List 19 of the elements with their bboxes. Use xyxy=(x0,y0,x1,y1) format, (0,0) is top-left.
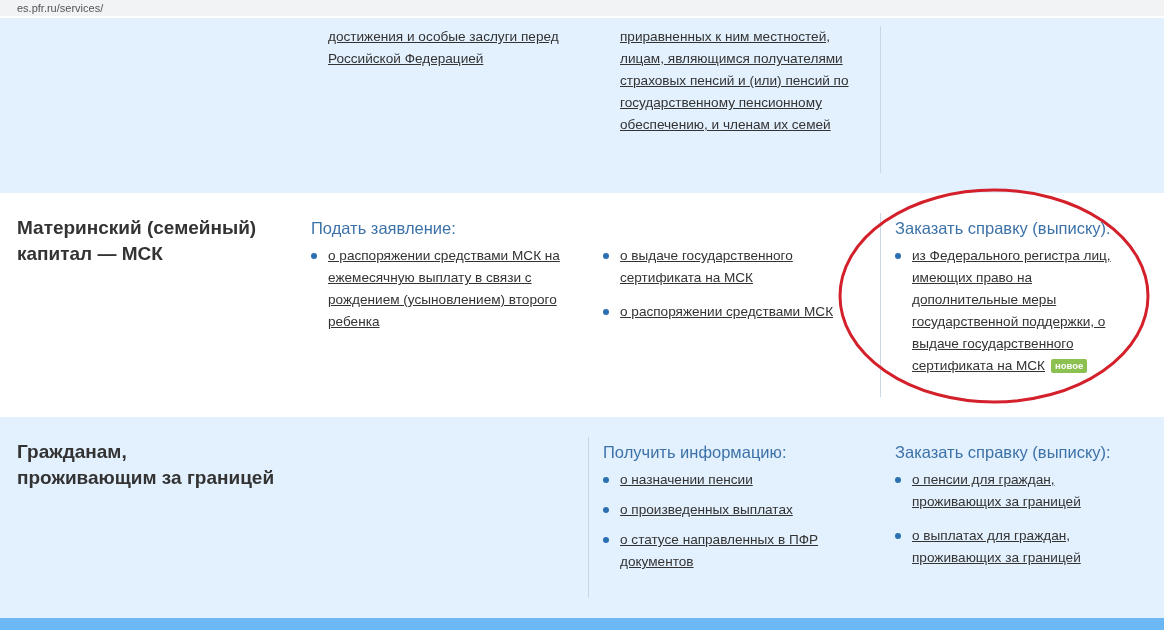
service-link[interactable]: из Федерального регистра лиц, имеющих право на дополнительные меры государственной поддержки, о выдаче государственного сертификата на МСК новое xyxy=(912,245,1134,377)
url-text: es.pfr.ru/services/ xyxy=(17,1,104,15)
section-title: Гражданам, проживающим за границей xyxy=(16,440,276,490)
column-heading: Получить информацию: xyxy=(603,442,788,463)
new-badge: новое xyxy=(1051,359,1088,373)
service-link[interactable]: о распоряжении средствами МСК xyxy=(620,301,834,323)
column-heading: Заказать справку (выписку): xyxy=(895,218,1112,239)
service-link[interactable]: о статусе направленных в ПФР документов xyxy=(620,529,858,573)
service-link[interactable]: о пенсии для граждан, проживающих за границей xyxy=(912,469,1134,513)
service-link[interactable]: о произведенных выплатах xyxy=(620,499,793,521)
section-title: Материнский (семейный) капитал — МСК xyxy=(16,216,258,266)
service-link[interactable]: достижения и особые заслуги перед Российской Федерацией xyxy=(328,26,566,70)
column-heading: Подать заявление: xyxy=(311,218,457,239)
service-link[interactable]: о назначении пенсии xyxy=(620,469,753,491)
service-link[interactable]: о выплатах для граждан, проживающих за границей xyxy=(912,525,1134,569)
column-heading: Заказать справку (выписку): xyxy=(895,442,1112,463)
service-link[interactable]: приравненных к ним местностей, лицам, являющимся получателями страховых пенсий и (или) пенсий по государственному пенсионному обеспечению, и членам их семей xyxy=(620,26,858,136)
service-link[interactable]: о выдаче государственного сертификата на МСК xyxy=(620,245,858,289)
service-link[interactable]: о распоряжении средствами МСК на ежемесячную выплату в связи с рождением (усыновлением) второго ребенка xyxy=(328,245,566,333)
